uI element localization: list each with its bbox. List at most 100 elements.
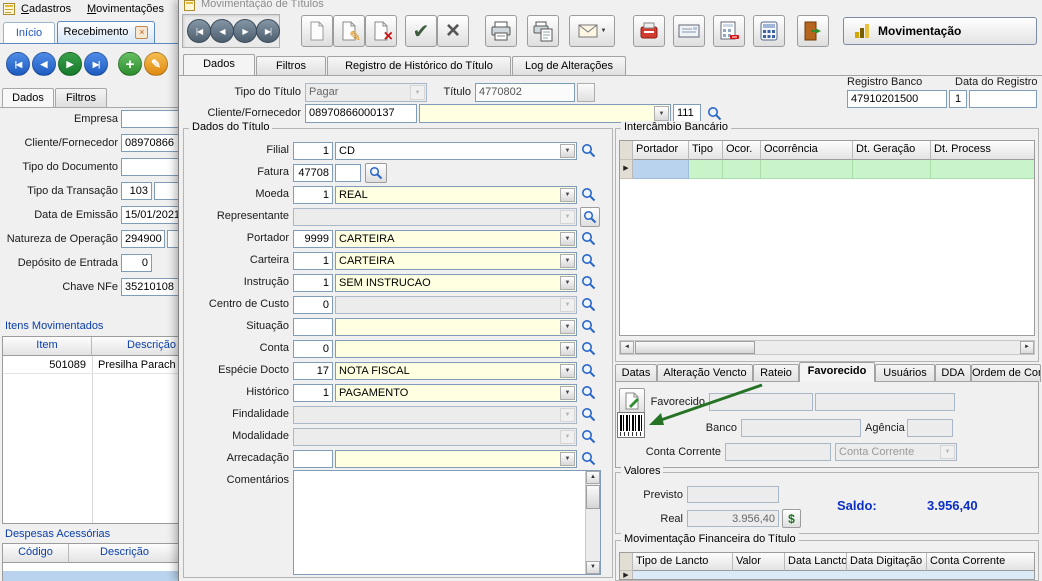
registro-banco-field[interactable]: 47910201500 [847,90,947,108]
agencia-field[interactable] [907,419,953,437]
chevron-down-icon[interactable]: ▼ [560,342,575,356]
item-cell[interactable]: 501089 [3,357,89,373]
tipo-titulo-combo[interactable]: Pagar ▼ [305,83,427,102]
column-header-item[interactable]: Item [3,337,92,356]
filial-search-icon[interactable] [581,143,596,161]
especie-combo[interactable]: NOTA FISCAL▼ [335,362,577,380]
tab-recebimento[interactable]: Recebimento × [57,21,155,43]
chevron-down-icon[interactable]: ▼ [560,452,575,466]
menu-cadastros[interactable]: Cadastros [18,2,74,16]
nav-first-button[interactable]: |◀ [6,52,30,76]
tab-dda[interactable]: DDA [935,364,971,382]
tipo-documento-field[interactable] [121,158,180,176]
data-emissao-field[interactable]: 15/01/2021 [121,206,180,224]
especie-code-field[interactable]: 17 [293,362,333,380]
descricao-cell[interactable]: Presilha Parach [95,357,180,373]
new-record-button[interactable] [301,15,333,47]
portador-combo[interactable]: CARTEIRA▼ [335,230,577,248]
empresa-field[interactable] [121,110,180,128]
scroll-left-button[interactable]: ◄ [620,341,634,354]
grid-cell[interactable] [761,160,853,179]
barcode-icon[interactable] [617,412,645,438]
row-marker[interactable]: ▶ [620,160,633,179]
arrecadacao-search-icon[interactable] [581,451,596,469]
conta-code-field[interactable]: 0 [293,340,333,358]
fatura-field[interactable]: 47708 [293,164,333,182]
comentarios-textarea[interactable] [293,470,601,575]
fiscal-device-button[interactable] [633,15,665,47]
portador-code-field[interactable]: 9999 [293,230,333,248]
situacao-search-icon[interactable] [581,319,596,337]
fatura-seq-field[interactable] [335,164,361,182]
data-registro-field[interactable] [969,90,1037,108]
col-data-digitacao[interactable]: Data Digitação [847,553,927,571]
historico-code-field[interactable]: 1 [293,384,333,402]
tipo-transacao-desc-field[interactable] [154,182,180,200]
banco-field[interactable] [741,419,861,437]
favorecido-code-field[interactable] [709,393,813,411]
conta-combo[interactable]: ▼ [335,340,577,358]
tab-inicio[interactable]: Início [3,22,55,44]
carteira-search-icon[interactable] [581,253,596,271]
delete-button[interactable]: × [365,15,397,47]
historico-combo[interactable]: PAGAMENTO▼ [335,384,577,402]
grid-cell[interactable] [931,160,1035,179]
finalidade-search-icon[interactable] [581,407,596,425]
carteira-code-field[interactable]: 1 [293,252,333,270]
tab-log-alteracoes[interactable]: Log de Alterações [512,56,626,75]
exit-button[interactable] [797,15,829,47]
intercambio-hscrollbar[interactable]: ◄ ► [619,340,1035,355]
scroll-thumb[interactable] [586,485,600,509]
titulo-field[interactable]: 4770802 [475,83,575,102]
confirm-button[interactable]: ✔ [405,15,437,47]
tab-datas[interactable]: Datas [615,364,657,382]
row-marker[interactable]: ▶ [620,571,633,580]
cliente-code-field[interactable]: 08970866000137 [305,104,417,123]
menu-movimentacoes[interactable]: Movimentações [84,2,167,16]
nav-next-button[interactable]: ▶ [58,52,82,76]
tab-alteracao-vencto[interactable]: Alteração Vencto [657,364,753,382]
selected-row[interactable] [3,571,180,581]
previsto-field[interactable] [687,486,779,503]
col-dt-geracao[interactable]: Dt. Geração [853,141,931,160]
column-header-codigo[interactable]: Código [3,544,69,563]
col-dt-process[interactable]: Dt. Process [931,141,1035,160]
movimentacao-button[interactable]: Movimentação [843,17,1037,45]
situacao-combo[interactable]: ▼ [335,318,577,336]
col-tipo-lancto[interactable]: Tipo de Lancto [633,553,733,571]
tipo-transacao-field[interactable]: 103 [121,182,152,200]
print-button[interactable] [485,15,517,47]
nav-last-button[interactable]: ▶| [84,52,108,76]
col-portador[interactable]: Portador [633,141,689,160]
edit-button[interactable]: ✎ [333,15,365,47]
close-icon[interactable]: × [135,26,148,39]
tab-usuarios[interactable]: Usuários [875,364,935,382]
deposito-entrada-field[interactable]: 0 [121,254,152,272]
conta-corrente-combo[interactable]: Conta Corrente ▼ [835,443,957,461]
col-conta-corrente[interactable]: Conta Corrente [927,553,1035,571]
chevron-down-icon[interactable]: ▼ [560,254,575,268]
instrucao-search-icon[interactable] [581,275,596,293]
filial-code-field[interactable]: 1 [293,142,333,160]
nav-first-button-fg[interactable]: |◀ [187,19,211,43]
centro-custo-code-field[interactable]: 0 [293,296,333,314]
nav-last-button-fg[interactable]: ▶| [256,19,280,43]
instrucao-code-field[interactable]: 1 [293,274,333,292]
grid-cell[interactable] [689,160,723,179]
column-header-descricao[interactable]: Descrição [92,337,180,356]
col-data-lancto[interactable]: Data Lancto [785,553,847,571]
conta-corrente-field[interactable] [725,443,831,461]
fatura-search-button[interactable] [365,163,387,183]
portador-search-icon[interactable] [581,231,596,249]
titulo-lookup-button[interactable] [577,83,595,102]
dollar-button[interactable]: $ [782,509,801,528]
chave-nfe-field[interactable]: 35210108 [121,278,180,296]
nav-next-button-fg[interactable]: ▶ [233,19,257,43]
scroll-down-button[interactable]: ▼ [586,561,600,574]
nav-prev-button-fg[interactable]: ◀ [210,19,234,43]
comentarios-scrollbar[interactable]: ▲ ▼ [585,471,600,574]
conta-search-icon[interactable] [581,341,596,359]
moeda-code-field[interactable]: 1 [293,186,333,204]
tab-rateio[interactable]: Rateio [753,364,799,382]
print-preview-button[interactable] [527,15,559,47]
